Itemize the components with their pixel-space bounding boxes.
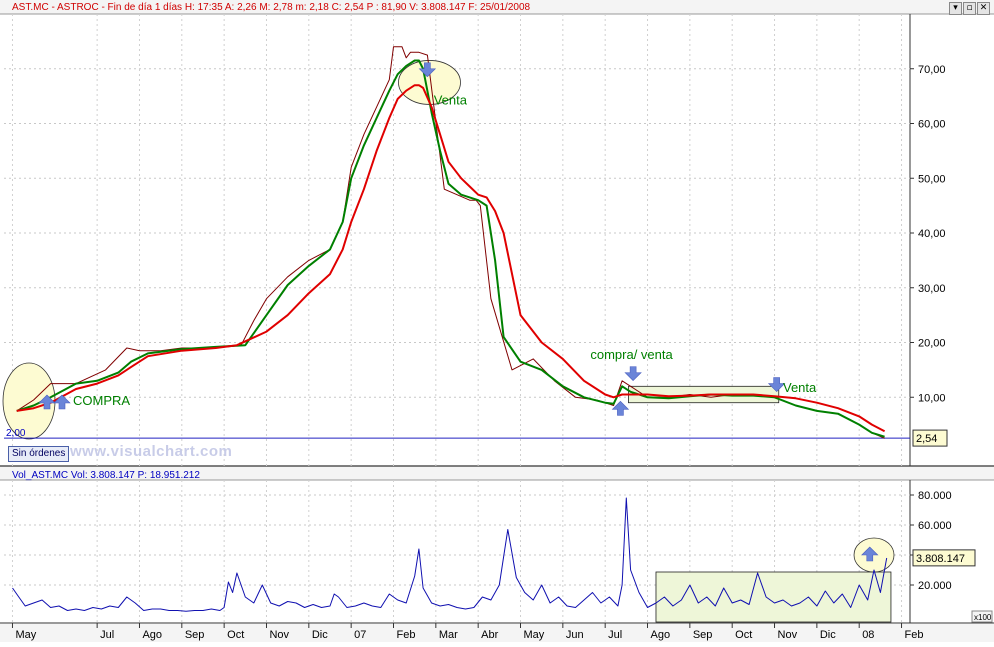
month-label: Dic (820, 629, 836, 641)
buy-arrow-2 (53, 394, 71, 410)
minimize-button[interactable]: ▾ (949, 2, 962, 15)
volume-highlight-box (655, 571, 892, 623)
last-volume-label: 3.808.147 (916, 553, 965, 565)
series-ma_slow (16, 84, 886, 433)
scale-note-label: x100 (974, 613, 992, 622)
month-label: Nov (269, 629, 289, 641)
price-tick-label: 10,00 (918, 392, 946, 404)
compra-label: COMPRA (73, 393, 130, 408)
month-label: Oct (735, 629, 752, 641)
month-label: Oct (227, 629, 244, 641)
sin-ordenes-button[interactable]: Sin órdenes (8, 446, 70, 462)
month-label: Jul (100, 629, 114, 641)
month-label: 07 (354, 629, 366, 641)
close-button[interactable]: ✕ (977, 2, 990, 15)
month-label: Ago (651, 629, 671, 641)
month-label: May (15, 629, 36, 641)
volume-header: Vol_AST.MC Vol: 3.808.147 P: 18.951.212 (12, 470, 200, 481)
price-tick-label: 70,00 (918, 64, 946, 76)
volume-tick-label: 20.000 (918, 580, 952, 592)
buy-arrow-2-shape (53, 394, 71, 410)
month-label: Feb (396, 629, 415, 641)
month-label: Ago (142, 629, 162, 641)
venta-top-label: Venta (434, 92, 468, 107)
price-tick-label: 40,00 (918, 228, 946, 240)
volume-tick-label: 60.000 (918, 520, 952, 532)
month-label: Sep (693, 629, 713, 641)
restore-button[interactable]: ▫ (963, 2, 976, 15)
venta-right-label: Venta (783, 380, 817, 395)
month-label: Jun (566, 629, 584, 641)
chart-svg: 10,00 20,00 30,00 40,00 50,00 60,00 70,00 20.00… (0, 0, 994, 642)
month-label: 08 (862, 629, 874, 641)
month-label: Sep (185, 629, 205, 641)
price-header: AST.MC - ASTROC - Fin de día 1 días H: 1… (12, 2, 531, 13)
price-tick-label: 20,00 (918, 338, 946, 350)
month-label: Abr (481, 629, 498, 641)
sell-arrow-mid (624, 366, 642, 382)
price-tick-label: 50,00 (918, 173, 946, 185)
sell-arrow-mid-shape (624, 366, 642, 382)
price-tick-label: 60,00 (918, 119, 946, 131)
price-tick-label: 30,00 (918, 283, 946, 295)
month-label: Dic (312, 629, 328, 641)
low-value-label: 2,00 (6, 428, 26, 439)
watermark: www.visualchart.com (70, 443, 233, 460)
compra-venta-label: compra/ venta (590, 347, 673, 362)
month-label: Feb (905, 629, 924, 641)
series-ma_fast (16, 59, 885, 438)
month-label: Nov (778, 629, 798, 641)
month-label: Mar (439, 629, 458, 641)
chart-window: 10,00 20,00 30,00 40,00 50,00 60,00 70,00 20.00… (0, 0, 994, 642)
month-label: Jul (608, 629, 622, 641)
month-label: May (524, 629, 545, 641)
last-price-label: 2,54 (916, 433, 937, 445)
volume-tick-label: 80.000 (918, 490, 952, 502)
